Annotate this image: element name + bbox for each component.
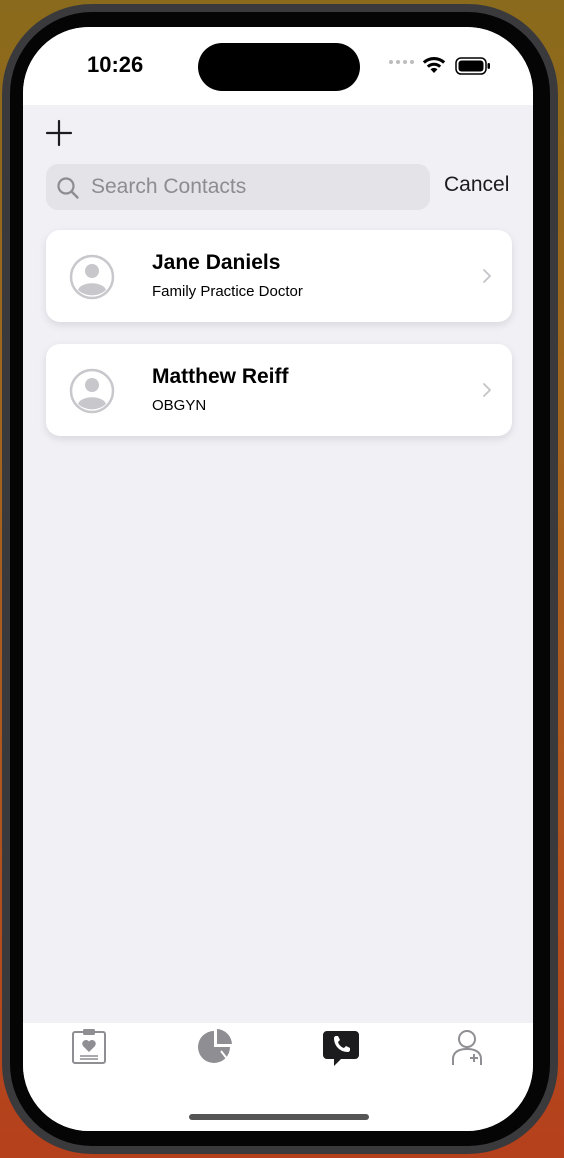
- contact-specialty: Family Practice Doctor: [152, 283, 303, 300]
- cancel-button[interactable]: Cancel: [444, 173, 509, 197]
- contact-row-jane-daniels[interactable]: Jane Daniels Family Practice Doctor: [46, 230, 512, 322]
- contact-row-matthew-reiff[interactable]: Matthew Reiff OBGYN: [46, 344, 512, 436]
- status-bar: 10:26: [23, 27, 533, 105]
- avatar-icon: [69, 254, 115, 300]
- chevron-right-icon: [483, 383, 491, 397]
- tab-contacts[interactable]: [321, 1027, 361, 1067]
- contact-name: Matthew Reiff: [152, 365, 289, 388]
- tab-health-record[interactable]: [69, 1027, 109, 1067]
- battery-icon: [455, 57, 490, 75]
- avatar-icon: [69, 368, 115, 414]
- cellular-signal-icon: [389, 60, 414, 64]
- tab-insights[interactable]: [195, 1027, 235, 1067]
- add-contact-button[interactable]: [45, 119, 73, 147]
- dynamic-island: [198, 43, 360, 91]
- home-indicator: [189, 1114, 369, 1120]
- tab-profile[interactable]: [447, 1027, 487, 1067]
- app-screen: 10:26 Search Contacts Cancel Jane Daniel…: [23, 27, 533, 1131]
- status-time: 10:26: [87, 52, 144, 77]
- search-icon: [57, 177, 79, 199]
- search-field[interactable]: Search Contacts: [46, 164, 430, 210]
- search-input[interactable]: Search Contacts: [91, 175, 246, 199]
- wifi-icon: [422, 57, 446, 73]
- contact-name: Jane Daniels: [152, 251, 281, 274]
- chevron-right-icon: [483, 269, 491, 283]
- contact-specialty: OBGYN: [152, 397, 207, 414]
